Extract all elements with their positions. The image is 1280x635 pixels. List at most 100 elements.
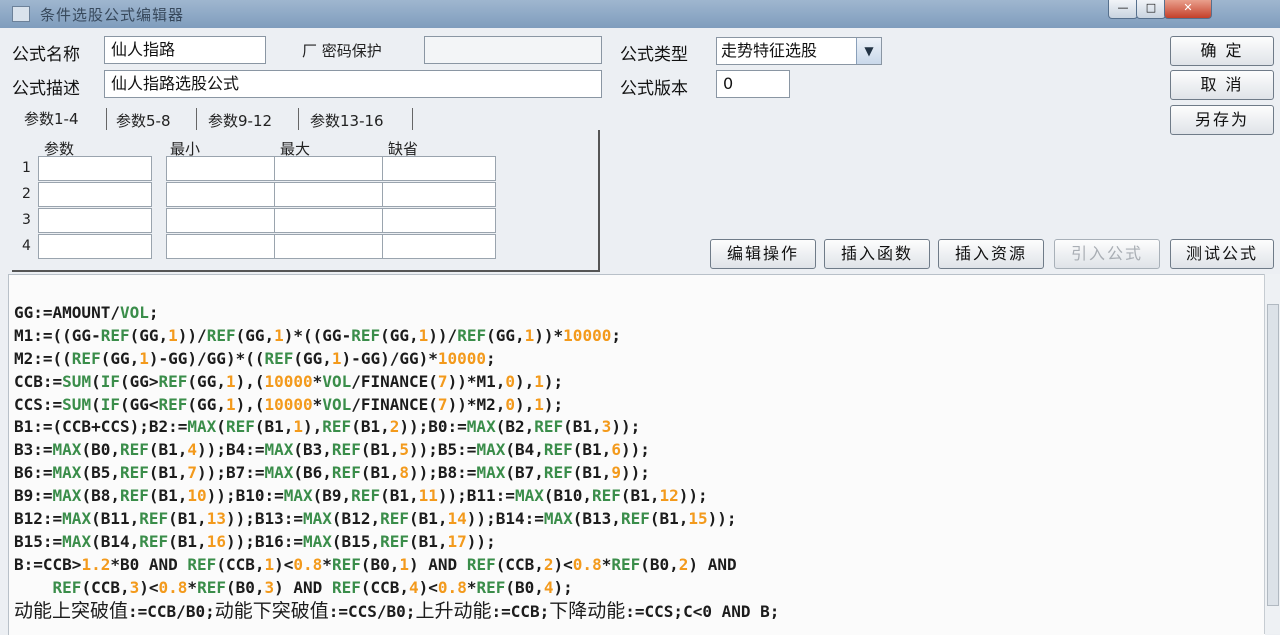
code-token: 1 bbox=[331, 348, 342, 368]
tab-divider bbox=[412, 108, 413, 130]
cancel-button[interactable]: 取 消 bbox=[1170, 70, 1274, 100]
close-button[interactable]: ✕ bbox=[1164, 0, 1212, 19]
code-token: (B5, bbox=[81, 463, 120, 483]
code-token: M1:=((GG- bbox=[14, 325, 101, 345]
chevron-down-icon[interactable]: ▼ bbox=[856, 38, 881, 64]
param-min-input[interactable] bbox=[166, 156, 280, 181]
code-token: (B1, bbox=[360, 463, 400, 483]
code-token: REF bbox=[331, 554, 361, 574]
code-token: (GG, bbox=[486, 325, 525, 345]
code-token: (B14, bbox=[91, 531, 140, 551]
title-bar: 条件选股公式编辑器 — □ ✕ bbox=[0, 0, 1280, 28]
code-token: ; bbox=[148, 303, 159, 322]
code-line: REF(CCB,3)<0.8*REF(B0,3) AND REF(CCB,4)<… bbox=[14, 577, 779, 600]
code-line: M1:=((GG-REF(GG,1))/REF(GG,1)*((GG-REF(G… bbox=[14, 325, 779, 348]
code-token: REF bbox=[158, 371, 188, 391]
param-default-input[interactable] bbox=[382, 156, 496, 181]
code-token: ));B11:= bbox=[437, 486, 515, 506]
code-token: 10 bbox=[187, 486, 207, 506]
code-token: (B1, bbox=[572, 440, 612, 460]
param-default-input[interactable] bbox=[382, 208, 496, 233]
password-checkbox[interactable]: 厂 密码保护 bbox=[302, 40, 382, 61]
code-token: ));B7:= bbox=[197, 463, 265, 483]
insert-resource-button[interactable]: 插入资源 bbox=[938, 239, 1044, 269]
param-name-input[interactable] bbox=[38, 208, 152, 233]
param-name-input[interactable] bbox=[38, 234, 152, 259]
param-max-input[interactable] bbox=[274, 182, 388, 207]
code-token: REF bbox=[52, 577, 82, 597]
code-token: (GG, bbox=[187, 371, 226, 391]
scrollbar-thumb[interactable] bbox=[1267, 304, 1279, 606]
test-formula-button[interactable]: 测试公式 bbox=[1170, 239, 1274, 269]
password-input[interactable] bbox=[424, 36, 602, 64]
maximize-button[interactable]: □ bbox=[1136, 0, 1166, 19]
minimize-button[interactable]: — bbox=[1108, 0, 1138, 19]
param-min-input[interactable] bbox=[166, 182, 280, 207]
param-max-input[interactable] bbox=[274, 208, 388, 233]
formula-code[interactable]: GG:=AMOUNT/VOL; M1:=((GG-REF(GG,1))/REF(G… bbox=[14, 302, 779, 622]
param-name-input[interactable] bbox=[38, 182, 152, 207]
code-token: (B7, bbox=[505, 463, 544, 483]
tab-params-13-16[interactable]: 参数13-16 bbox=[310, 110, 384, 131]
code-token: MAX bbox=[466, 417, 496, 437]
code-token: MAX bbox=[476, 463, 506, 483]
code-token: (CCB, bbox=[216, 554, 265, 574]
code-token: 1 bbox=[399, 554, 410, 574]
formula-type-select[interactable]: 走势特征选股 ▼ bbox=[716, 37, 882, 65]
code-token: * bbox=[312, 371, 323, 391]
code-token: MAX bbox=[264, 463, 294, 483]
ok-button[interactable]: 确 定 bbox=[1170, 36, 1274, 66]
tab-params-9-12[interactable]: 参数9-12 bbox=[208, 110, 272, 131]
code-token: ));B5:= bbox=[409, 440, 477, 460]
code-token: VOL bbox=[322, 394, 352, 414]
code-token: ), bbox=[515, 371, 535, 391]
formula-version-input[interactable]: 0 bbox=[716, 70, 790, 98]
formula-name-label: 公式名称 bbox=[12, 45, 80, 65]
code-token: REF bbox=[351, 486, 381, 506]
code-token: M2:=(( bbox=[14, 348, 72, 368]
code-token: (CCB, bbox=[360, 577, 410, 597]
param-default-input[interactable] bbox=[382, 234, 496, 259]
code-line: B1:=(CCB+CCS);B2:=MAX(REF(B1,1),REF(B1,2… bbox=[14, 416, 779, 439]
param-max-input[interactable] bbox=[274, 234, 388, 259]
code-token: (B0, bbox=[225, 577, 265, 597]
code-token: *B0 AND bbox=[110, 554, 188, 574]
code-token: (B1, bbox=[351, 417, 390, 437]
formula-desc-input[interactable]: 仙人指路选股公式 bbox=[104, 70, 602, 98]
param-name-input[interactable] bbox=[38, 156, 152, 181]
code-token: 8 bbox=[399, 463, 409, 483]
insert-function-button[interactable]: 插入函数 bbox=[824, 239, 930, 269]
code-token: MAX bbox=[514, 486, 544, 506]
edit-operations-button[interactable]: 编辑操作 bbox=[710, 239, 816, 269]
param-max-input[interactable] bbox=[274, 156, 388, 181]
code-token: :=CCS/B0; bbox=[328, 601, 416, 621]
param-min-input[interactable] bbox=[166, 234, 280, 259]
code-token: )*((GG- bbox=[283, 325, 352, 345]
code-token: B9:= bbox=[14, 486, 53, 506]
tab-params-1-4[interactable]: 参数1-4 bbox=[24, 108, 79, 129]
code-token: REF bbox=[331, 577, 361, 597]
code-token: ); bbox=[543, 371, 564, 391]
tab-divider bbox=[196, 108, 197, 130]
code-token: REF bbox=[187, 554, 217, 574]
param-min-input[interactable] bbox=[166, 208, 280, 233]
code-token: IF bbox=[100, 394, 120, 414]
code-token: 12 bbox=[659, 486, 679, 506]
code-token: MAX bbox=[303, 531, 332, 551]
window-title: 条件选股公式编辑器 bbox=[40, 6, 185, 24]
code-token: 4 bbox=[187, 440, 198, 460]
code-token: /FINANCE( bbox=[351, 371, 438, 391]
code-token: REF bbox=[119, 486, 149, 506]
formula-name-input[interactable]: 仙人指路 bbox=[104, 36, 266, 64]
code-token: MAX bbox=[476, 440, 506, 460]
import-formula-button[interactable]: 引入公式 bbox=[1054, 239, 1160, 269]
tab-params-5-8[interactable]: 参数5-8 bbox=[116, 110, 171, 131]
editor-scrollbar[interactable] bbox=[1264, 274, 1280, 634]
code-token: )< bbox=[274, 554, 294, 574]
save-as-button[interactable]: 另存为 bbox=[1170, 105, 1274, 135]
param-default-input[interactable] bbox=[382, 182, 496, 207]
code-token: ), bbox=[303, 417, 323, 437]
code-line: B15:=MAX(B14,REF(B1,16));B16:=MAX(B15,RE… bbox=[14, 531, 779, 554]
param-row-number: 4 bbox=[22, 238, 31, 254]
